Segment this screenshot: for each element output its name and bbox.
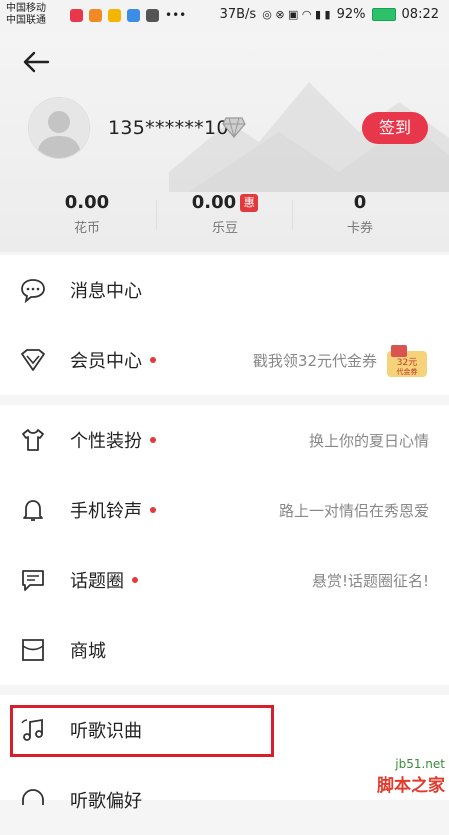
discount-badge: 惠 <box>240 194 259 212</box>
menu-label: 听歌偏好 <box>70 791 142 812</box>
red-dot <box>150 437 156 443</box>
app-notification-icon <box>70 8 83 22</box>
divider <box>292 200 293 230</box>
headphone-icon <box>22 789 44 805</box>
stat-label: 卡券 <box>346 221 373 236</box>
red-dot <box>150 507 156 513</box>
stat-value: 0.00 <box>191 192 237 213</box>
menu-label: 个性装扮 <box>70 427 156 453</box>
red-dot <box>132 577 138 583</box>
menu-item-ringtone[interactable]: 手机铃声 路上一对情侣在秀恩爱 <box>0 475 449 545</box>
watermark-text: 脚本之家 <box>377 776 445 796</box>
signal-icons: ◎ ⊗ ▣ ◠ ▮ ▮ <box>262 8 331 21</box>
user-silhouette-icon <box>29 98 89 158</box>
menu-item-messages[interactable]: 消息中心 <box>0 255 449 325</box>
vip-diamond-icon <box>21 349 45 371</box>
username: 135******10 <box>108 117 229 139</box>
stat-label: 花币 <box>73 221 100 236</box>
avatar[interactable] <box>28 97 90 159</box>
menu-label: 手机铃声 <box>70 497 156 523</box>
menu-label: 消息中心 <box>70 281 142 302</box>
app-notification-icon <box>108 8 121 22</box>
stat-flower-coins[interactable]: 0.00 花币 <box>27 192 147 236</box>
menu-item-theme[interactable]: 个性装扮 换上你的夏日心情 <box>0 405 449 475</box>
watermark-url: jb51.net <box>395 757 445 771</box>
stat-le-beans[interactable]: 0.00 惠 乐豆 <box>165 192 285 236</box>
menu-item-vip[interactable]: 会员中心 戳我领32元代金券 32元 代金券 <box>0 325 449 395</box>
bell-icon <box>23 500 43 521</box>
clock: 08:22 <box>401 7 439 22</box>
stat-label: 乐豆 <box>211 221 238 236</box>
red-dot <box>150 357 156 363</box>
menu-section-1: 消息中心 会员中心 戳我领32元代金券 32元 代金券 <box>0 255 449 395</box>
menu-label: 商城 <box>70 641 106 662</box>
menu-label: 话题圈 <box>70 567 138 593</box>
stat-value: 0.00 <box>64 192 110 213</box>
tshirt-icon <box>22 429 44 451</box>
menu-item-store[interactable]: 商城 <box>0 615 449 685</box>
menu-hint: 戳我领32元代金券 <box>252 352 377 370</box>
coupon-icon: 32元 代金券 <box>387 345 427 377</box>
status-right: 37B/s ◎ ⊗ ▣ ◠ ▮ ▮ 92% 08:22 <box>220 7 439 22</box>
watermark: jb51.net 脚本之家 <box>377 757 445 796</box>
menu-hint: 悬赏!话题圈征名! <box>311 572 429 590</box>
app-notification-icon <box>127 8 140 22</box>
svg-text:32元: 32元 <box>397 358 417 368</box>
menu-hint: 路上一对情侣在秀恩爱 <box>278 502 429 520</box>
back-arrow-icon[interactable] <box>22 50 50 74</box>
network-speed: 37B/s <box>219 7 257 22</box>
highlight-box <box>10 705 274 757</box>
menu-section-2: 个性装扮 换上你的夏日心情 手机铃声 路上一对情侣在秀恩爱 话题圈 悬赏!话题圈… <box>0 405 449 685</box>
menu-label: 会员中心 <box>70 347 156 373</box>
stat-coupons[interactable]: 0 卡券 <box>300 192 420 236</box>
stats-row: 0.00 花币 0.00 惠 乐豆 0 卡券 <box>0 192 449 252</box>
status-bar: 中国移动 中国联通 ••• 37B/s ◎ ⊗ ▣ ◠ ▮ ▮ 92% 08:2… <box>0 0 449 32</box>
menu-hint: 换上你的夏日心情 <box>308 432 429 450</box>
chat-bubble-icon <box>21 279 45 303</box>
stat-value: 0 <box>353 192 367 213</box>
divider <box>156 200 157 230</box>
topic-message-icon <box>22 570 44 591</box>
menu-item-topics[interactable]: 话题圈 悬赏!话题圈征名! <box>0 545 449 615</box>
carrier-2: 中国联通 <box>6 15 46 26</box>
svg-text:代金券: 代金券 <box>397 367 418 376</box>
signin-button[interactable]: 签到 <box>362 112 428 144</box>
app-notification-icon <box>89 8 102 22</box>
diamond-icon[interactable] <box>222 116 246 138</box>
battery-icon <box>371 8 396 21</box>
briefcase-icon <box>146 8 159 22</box>
more-icon: ••• <box>165 8 187 22</box>
carrier-info: 中国移动 中国联通 <box>6 3 46 27</box>
notification-icons: ••• <box>70 8 186 22</box>
carrier-1: 中国移动 <box>6 3 46 14</box>
battery-percent: 92% <box>336 7 366 22</box>
profile-header: 135******10 签到 0.00 花币 0.00 惠 乐豆 0 卡券 <box>0 32 449 252</box>
store-icon <box>22 639 44 661</box>
